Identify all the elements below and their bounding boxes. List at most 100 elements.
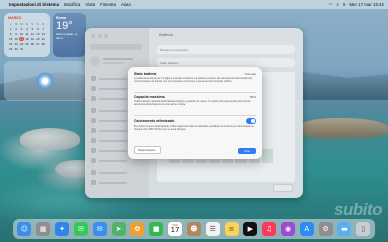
settings-glyph: ⚙	[322, 225, 329, 233]
sidebar-item-icon	[91, 138, 96, 143]
optimized-charging-title: Caricamento ottimizzato	[134, 118, 175, 123]
minimize-window-button[interactable]	[97, 34, 102, 38]
flower-icon	[36, 72, 54, 90]
zoom-window-button[interactable]	[104, 34, 108, 38]
facetime-glyph: ■	[152, 225, 160, 233]
dock: ☺ ▦ ✦ ✉ ✉ ➤ ✿ ■ MAR 17 ☻ ☰ ≡ ▶ ♫ ◉ A ⚙ ▬ ▯	[13, 219, 375, 239]
learn-more-button[interactable]: Scopri di più...	[134, 146, 162, 154]
sidebar-item-icon	[91, 148, 96, 153]
photos-icon[interactable]: ✿	[130, 222, 145, 236]
folder-glyph: ▬	[341, 225, 348, 233]
menu-bar-status: ◠ ⌕ ≡ Mer 17 mar 15:42	[328, 2, 384, 8]
wallpaper-rock	[300, 118, 388, 138]
calendar-day[interactable]: 31	[19, 47, 24, 51]
weather-temperature: 19°	[56, 20, 73, 32]
music-icon[interactable]: ♫	[262, 222, 277, 236]
usage-bar	[261, 149, 273, 163]
sidebar-item[interactable]	[91, 180, 141, 186]
appstore-icon[interactable]: A	[299, 222, 314, 236]
battery-health-sheet: Stato batteria Normale La batteria funzi…	[128, 67, 262, 159]
menu-app-name[interactable]: Impostazioni di Sistema	[9, 2, 59, 7]
battery-status-value: Normale	[244, 72, 256, 76]
photo-widget[interactable]	[4, 61, 86, 101]
calendar-day[interactable]: 14	[41, 32, 46, 36]
calendar-grid: L M M G V S D 1 2 3 4 5 6 7 8 9 10 11 12 13 14 15 16 17 18 19 20 21…	[8, 22, 46, 51]
battery-status-label: Stato batteria	[160, 60, 178, 65]
mail-glyph: ✉	[96, 225, 103, 233]
watermark: subito	[334, 200, 383, 219]
menu-clock[interactable]: Mer 17 mar 15:42	[349, 2, 384, 7]
calendar-day[interactable]: 21	[41, 37, 46, 41]
calendar-icon[interactable]: MAR 17	[168, 222, 183, 236]
sidebar-item-label	[99, 182, 127, 184]
tv-icon[interactable]: ▶	[243, 222, 258, 236]
launchpad-icon[interactable]: ▦	[36, 222, 51, 236]
contacts-glyph: ☻	[190, 225, 198, 233]
battery-status-description: La batteria funziona per il meglio a nor…	[134, 77, 253, 84]
search-icon[interactable]: ⌕	[336, 2, 338, 7]
trash-icon[interactable]: ▯	[356, 222, 371, 236]
menu-item-modifica[interactable]: Modifica	[64, 2, 80, 7]
calendar-widget[interactable]: MARZO L M M G V S D 1 2 3 4 5 6 7 8 9 10 11 12 13 14 15 16 17 18…	[4, 13, 50, 57]
sidebar-item-label	[99, 98, 127, 100]
reminders-icon[interactable]: ☰	[205, 222, 220, 236]
energy-saving-label: Risparmio energetico	[160, 47, 189, 52]
sidebar-search-field[interactable]	[90, 44, 142, 50]
wifi-icon[interactable]: ◠	[328, 2, 332, 8]
dock-calendar-day: 17	[170, 226, 180, 234]
sidebar-item-icon	[91, 118, 96, 123]
calendar-day[interactable]: 28	[41, 42, 46, 46]
launchpad-glyph: ▦	[39, 225, 47, 233]
page-title: Batteria	[159, 32, 173, 37]
menu-item-finestra[interactable]: Finestra	[100, 2, 116, 7]
menu-item-vista[interactable]: Vista	[85, 2, 95, 7]
close-window-button[interactable]	[91, 34, 95, 38]
sidebar-item-icon	[91, 76, 96, 81]
sidebar-item-icon	[91, 108, 96, 113]
sidebar-item-icon	[91, 180, 96, 185]
folder-icon[interactable]: ▬	[337, 222, 352, 236]
music-glyph: ♫	[266, 225, 273, 233]
finder-glyph: ☺	[20, 225, 29, 233]
sidebar-item-label	[99, 120, 127, 122]
optimized-charging-section: Caricamento ottimizzato Per ridurre l'us…	[134, 118, 256, 131]
control-center-icon[interactable]: ≡	[343, 2, 346, 7]
sidebar-item-label	[99, 88, 127, 90]
maps-icon[interactable]: ➤	[111, 222, 126, 236]
finder-icon[interactable]: ☺	[17, 222, 32, 236]
max-capacity-title: Capacità massima	[134, 95, 165, 99]
messages-icon[interactable]: ✉	[73, 222, 88, 236]
sidebar-item-icon	[91, 96, 96, 101]
calendar-month: MARZO	[8, 16, 22, 20]
battery-status-section: Stato batteria Normale La batteria funzi…	[134, 72, 256, 84]
safari-icon[interactable]: ✦	[55, 222, 70, 236]
battery-status-title: Stato batteria	[134, 72, 157, 76]
sidebar-item-icon	[91, 158, 96, 163]
facetime-icon[interactable]: ■	[149, 222, 164, 236]
settings-icon[interactable]: ⚙	[318, 222, 333, 236]
sidebar-item-label	[99, 130, 127, 132]
sidebar-item-icon	[91, 128, 96, 133]
podcasts-icon[interactable]: ◉	[281, 222, 295, 236]
menu-item-aiuto[interactable]: Aiuto	[121, 2, 131, 7]
notes-icon[interactable]: ≡	[224, 222, 239, 236]
optimized-charging-description: Per ridurre l'usura della batteria, il M…	[134, 124, 254, 131]
max-capacity-description: Indica l'attuale capacità della batteria…	[134, 100, 251, 107]
maps-glyph: ➤	[115, 225, 122, 233]
menu-bar: Impostazioni di Sistema Modifica Vista F…	[0, 0, 388, 9]
mail-icon[interactable]: ✉	[92, 222, 107, 236]
optimized-charging-toggle[interactable]	[246, 118, 256, 124]
user-name-placeholder	[103, 58, 133, 60]
weather-widget[interactable]: Roma 19° Alterne giallo, lo alto il	[53, 13, 86, 57]
sidebar-item-icon	[91, 170, 96, 175]
weather-description: Alterne giallo, lo alto il	[56, 32, 78, 40]
avatar	[90, 56, 100, 66]
battery-status-row[interactable]: Stato batteria	[157, 58, 295, 67]
calendar-day[interactable]: 7	[41, 27, 46, 31]
contacts-icon[interactable]: ☻	[186, 222, 201, 236]
options-button[interactable]	[273, 184, 293, 192]
done-button[interactable]: Fine	[238, 148, 256, 154]
sidebar-item[interactable]	[91, 170, 141, 176]
energy-saving-row[interactable]: Risparmio energetico	[157, 45, 295, 54]
calendar-weekday: D	[42, 22, 45, 26]
